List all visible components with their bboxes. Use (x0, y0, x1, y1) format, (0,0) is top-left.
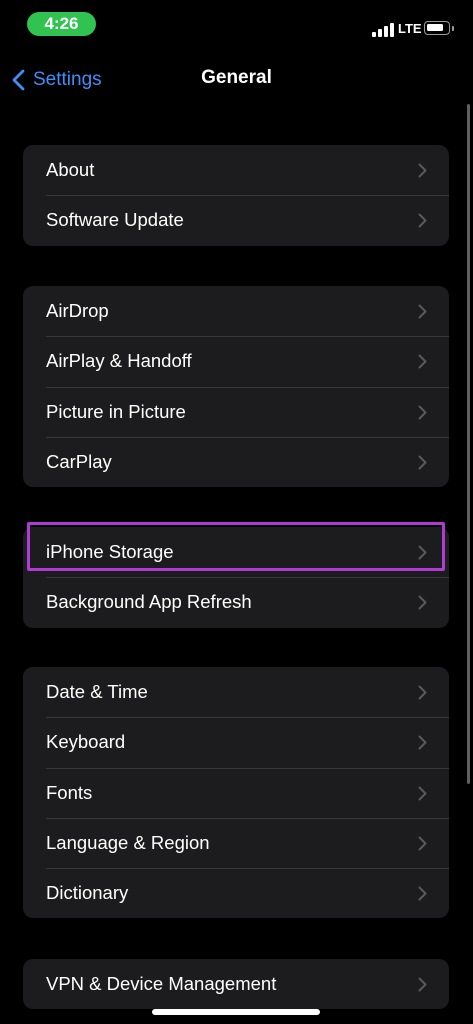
row-label: CarPlay (46, 450, 112, 472)
page-title: General (201, 67, 272, 88)
chevron-right-icon (418, 304, 427, 319)
row-fonts[interactable]: Fonts (23, 767, 449, 818)
settings-group-regional: Date & Time Keyboard Fonts Language & Re… (23, 667, 449, 919)
network-type-label: LTE (398, 21, 422, 36)
settings-group-storage: iPhone Storage Background App Refresh (23, 527, 449, 628)
row-carplay[interactable]: CarPlay (23, 436, 449, 487)
chevron-right-icon (418, 886, 427, 901)
row-label: iPhone Storage (46, 541, 174, 562)
status-bar: 4:26 LTE (0, 0, 473, 48)
row-iphone-storage[interactable]: iPhone Storage (23, 527, 449, 577)
chevron-right-icon (418, 455, 427, 470)
row-about[interactable]: About (23, 145, 449, 195)
row-vpn-device-management[interactable]: VPN & Device Management (23, 959, 449, 1009)
row-airdrop[interactable]: AirDrop (23, 286, 449, 336)
status-time[interactable]: 4:26 (27, 12, 96, 36)
row-picture-in-picture[interactable]: Picture in Picture (23, 386, 449, 437)
chevron-right-icon (418, 545, 427, 560)
row-airplay-handoff[interactable]: AirPlay & Handoff (23, 336, 449, 386)
row-label: AirDrop (46, 300, 109, 321)
chevron-right-icon (418, 354, 427, 369)
row-label: About (46, 159, 95, 180)
row-label: AirPlay & Handoff (46, 350, 192, 372)
row-date-time[interactable]: Date & Time (23, 667, 449, 717)
row-language-region[interactable]: Language & Region (23, 817, 449, 868)
row-label: Picture in Picture (46, 400, 186, 422)
home-indicator[interactable] (152, 1009, 320, 1015)
chevron-right-icon (418, 786, 427, 801)
chevron-right-icon (418, 163, 427, 178)
chevron-right-icon (418, 836, 427, 851)
chevron-right-icon (418, 735, 427, 750)
row-label: Keyboard (46, 731, 126, 753)
navigation-bar: Settings General (0, 50, 473, 110)
settings-group-connectivity: AirDrop AirPlay & Handoff Picture in Pic… (23, 286, 449, 488)
row-label: VPN & Device Management (46, 973, 277, 994)
row-label: Fonts (46, 781, 93, 803)
row-label: Date & Time (46, 681, 148, 702)
row-label: Background App Refresh (46, 591, 252, 613)
row-software-update[interactable]: Software Update (23, 195, 449, 245)
signal-icon (372, 21, 394, 37)
row-keyboard[interactable]: Keyboard (23, 717, 449, 767)
row-label: Dictionary (46, 882, 129, 904)
chevron-right-icon (418, 977, 427, 992)
row-dictionary[interactable]: Dictionary (23, 868, 449, 918)
settings-group-about: About Software Update (23, 145, 449, 246)
scroll-indicator[interactable] (467, 104, 470, 784)
row-label: Software Update (46, 209, 184, 231)
chevron-right-icon (418, 405, 427, 420)
row-label: Language & Region (46, 831, 210, 853)
settings-group-vpn: VPN & Device Management (23, 959, 449, 1010)
chevron-right-icon (418, 595, 427, 610)
chevron-right-icon (418, 213, 427, 228)
battery-icon (424, 21, 454, 35)
row-background-app-refresh[interactable]: Background App Refresh (23, 577, 449, 627)
chevron-right-icon (418, 685, 427, 700)
